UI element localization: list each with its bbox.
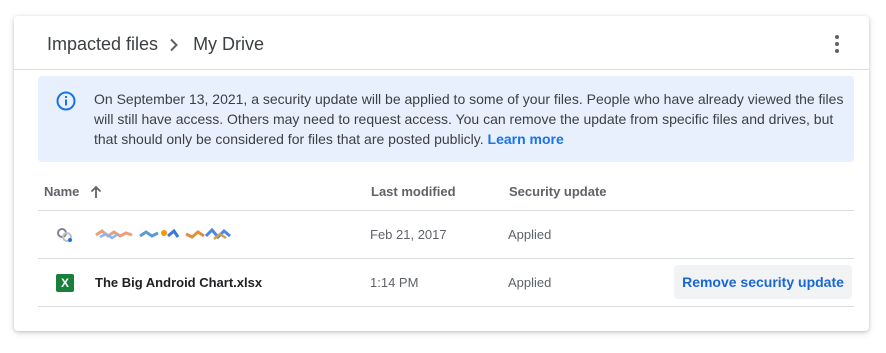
shared-link-icon — [57, 228, 72, 242]
excel-file-icon: X — [56, 274, 74, 292]
table-header: Name Last modified Security update — [38, 176, 854, 211]
breadcrumb-impacted-files[interactable]: Impacted files — [47, 34, 158, 55]
last-modified-column-header[interactable]: Last modified — [371, 184, 456, 199]
banner-text: On September 13, 2021, a security update… — [94, 91, 844, 147]
table-row[interactable]: Feb 21, 2017 Applied — [38, 211, 854, 259]
name-column-header[interactable]: Name — [44, 184, 103, 199]
security-update-banner: On September 13, 2021, a security update… — [38, 76, 854, 162]
chevron-right-icon — [162, 35, 186, 55]
card-header: Impacted files My Drive — [14, 16, 869, 70]
file-last-modified: 1:14 PM — [370, 275, 419, 290]
file-security-status: Applied — [508, 227, 552, 242]
impacted-files-card: Impacted files My Drive On September 13,… — [14, 16, 869, 331]
more-options-icon[interactable] — [825, 32, 849, 56]
name-column-label: Name — [44, 184, 80, 199]
file-name: The Big Android Chart.xlsx — [95, 275, 263, 290]
breadcrumb-my-drive[interactable]: My Drive — [193, 34, 264, 55]
info-icon — [56, 91, 76, 111]
redacted-filename — [95, 227, 231, 240]
table-row[interactable]: X The Big Android Chart.xlsx 1:14 PM App… — [38, 259, 854, 307]
breadcrumb: Impacted files My Drive — [47, 34, 264, 55]
sort-ascending-icon[interactable] — [89, 185, 103, 199]
remove-security-update-button[interactable]: Remove security update — [674, 265, 852, 299]
file-security-status: Applied — [508, 275, 552, 290]
security-update-column-header: Security update — [509, 184, 607, 199]
learn-more-link[interactable]: Learn more — [488, 131, 564, 147]
file-last-modified: Feb 21, 2017 — [370, 227, 447, 242]
banner-message: On September 13, 2021, a security update… — [94, 89, 846, 149]
